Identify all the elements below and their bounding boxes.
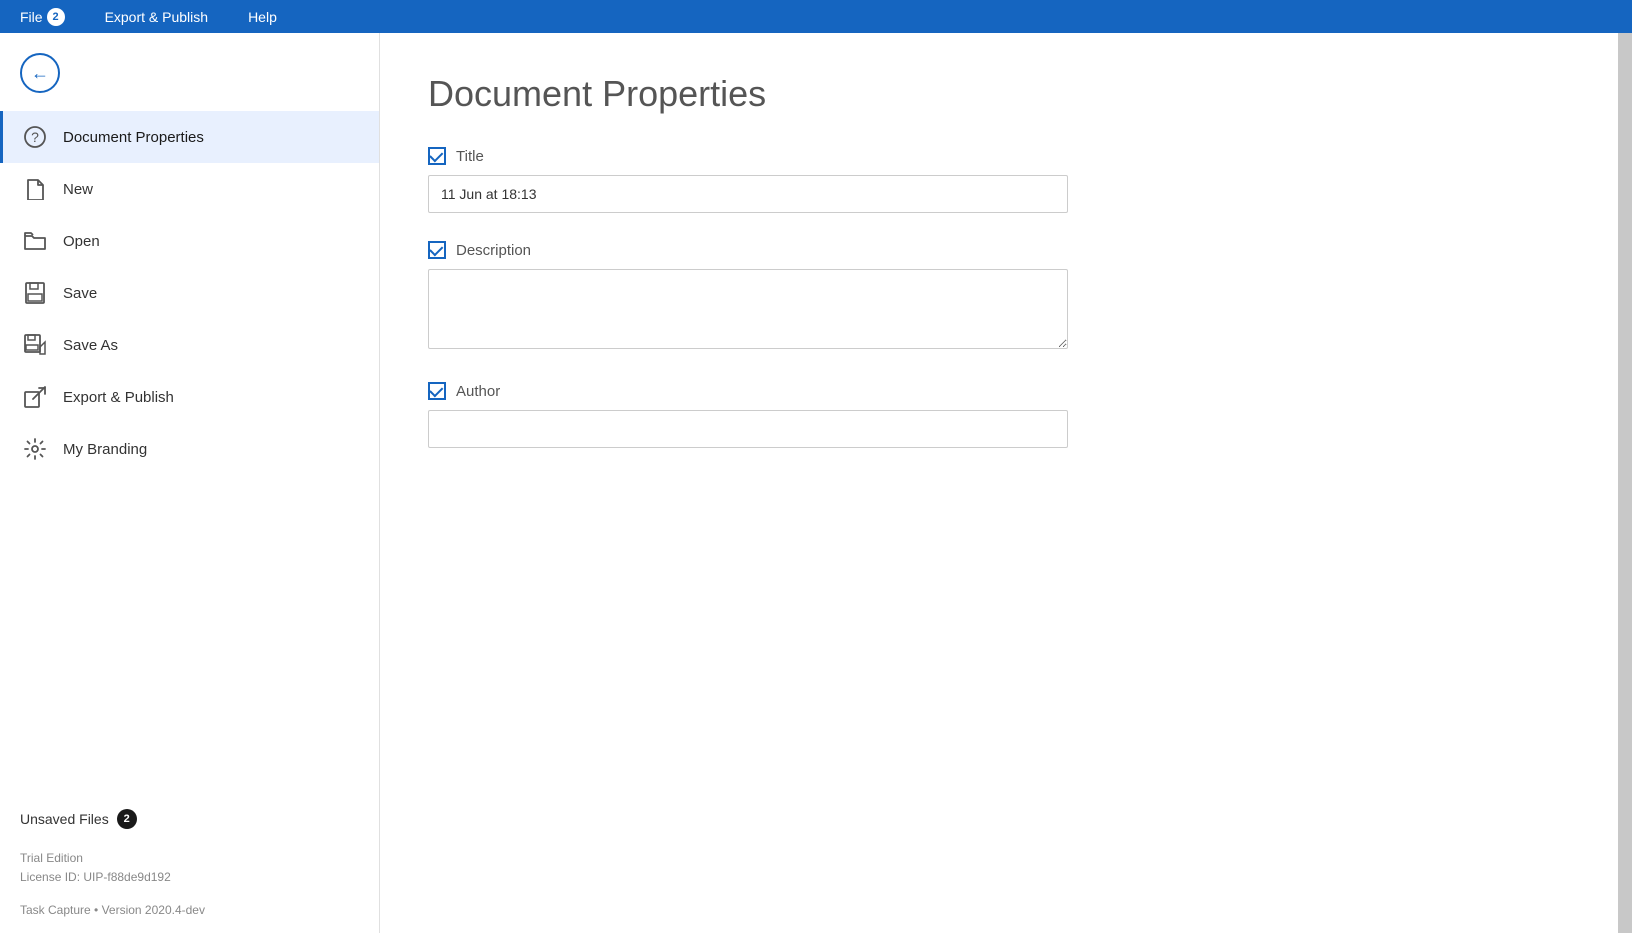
field-row-author: Author (428, 382, 1570, 448)
menu-file[interactable]: File 2 (12, 4, 73, 30)
license-id-label: License ID: UIP-f88de9d192 (20, 868, 359, 887)
sidebar-footer: Unsaved Files 2 Trial Edition License ID… (0, 793, 379, 933)
unsaved-files-row: Unsaved Files 2 (20, 809, 359, 829)
main-layout: ← ? Document Properties (0, 33, 1632, 933)
sidebar-item-open[interactable]: Open (0, 215, 379, 267)
author-label: Author (456, 383, 500, 400)
my-branding-icon (23, 437, 47, 461)
menu-file-label: File (20, 9, 43, 25)
sidebar-back-area: ← (0, 33, 379, 103)
sidebar-item-document-properties-label: Document Properties (63, 129, 204, 146)
menu-help[interactable]: Help (240, 5, 285, 29)
sidebar-nav: ? Document Properties New (0, 103, 379, 793)
author-checkbox[interactable] (428, 382, 446, 400)
menu-bar: File 2 Export & Publish Help (0, 0, 1632, 33)
sidebar-item-new-label: New (63, 181, 93, 198)
menu-help-label: Help (248, 9, 277, 25)
save-icon (23, 281, 47, 305)
document-properties-icon: ? (23, 125, 47, 149)
title-checkbox[interactable] (428, 147, 446, 165)
field-label-row-author: Author (428, 382, 1570, 400)
sidebar-item-save-label: Save (63, 285, 97, 302)
field-row-title: Title (428, 147, 1570, 213)
sidebar-item-save-as[interactable]: Save As (0, 319, 379, 371)
sidebar-item-save[interactable]: Save (0, 267, 379, 319)
sidebar-item-document-properties[interactable]: ? Document Properties (0, 111, 379, 163)
save-as-icon (23, 333, 47, 357)
right-scrollbar-track[interactable] (1618, 33, 1632, 933)
unsaved-files-label: Unsaved Files (20, 811, 109, 827)
page-title: Document Properties (428, 73, 1570, 115)
sidebar-item-open-label: Open (63, 233, 100, 250)
title-label: Title (456, 148, 484, 165)
author-input[interactable] (428, 410, 1068, 448)
menu-export-publish[interactable]: Export & Publish (97, 5, 217, 29)
app-version: Task Capture • Version 2020.4-dev (20, 903, 359, 917)
sidebar: ← ? Document Properties (0, 33, 380, 933)
trial-edition-label: Trial Edition (20, 849, 359, 868)
field-label-row-title: Title (428, 147, 1570, 165)
description-checkbox[interactable] (428, 241, 446, 259)
title-input[interactable] (428, 175, 1068, 213)
export-publish-icon (23, 385, 47, 409)
sidebar-item-export-publish-label: Export & Publish (63, 389, 174, 406)
description-input[interactable] (428, 269, 1068, 349)
content-area: Document Properties Title Description Au… (380, 33, 1618, 933)
sidebar-item-my-branding-label: My Branding (63, 441, 147, 458)
trial-info: Trial Edition License ID: UIP-f88de9d192 (20, 849, 359, 887)
back-arrow-icon: ← (31, 63, 49, 84)
sidebar-item-my-branding[interactable]: My Branding (0, 423, 379, 475)
field-row-description: Description (428, 241, 1570, 354)
open-icon (23, 229, 47, 253)
menu-file-badge: 2 (47, 8, 65, 26)
new-icon (23, 177, 47, 201)
menu-export-publish-label: Export & Publish (105, 9, 209, 25)
field-label-row-description: Description (428, 241, 1570, 259)
sidebar-item-export-publish[interactable]: Export & Publish (0, 371, 379, 423)
back-button[interactable]: ← (20, 53, 60, 93)
unsaved-files-badge: 2 (117, 809, 137, 829)
sidebar-item-save-as-label: Save As (63, 337, 118, 354)
svg-text:?: ? (31, 129, 39, 145)
sidebar-item-new[interactable]: New (0, 163, 379, 215)
description-label: Description (456, 242, 531, 259)
